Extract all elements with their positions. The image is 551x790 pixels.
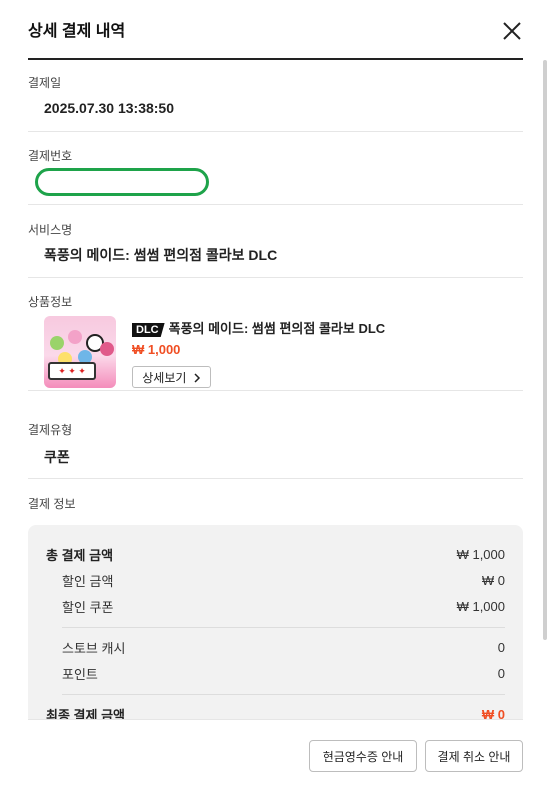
payment-cancel-info-button[interactable]: 결제 취소 안내 — [425, 740, 523, 772]
stove-cash-value: 0 — [497, 639, 505, 655]
final-amount-row: 최종 결제 금액 ₩ 0 — [46, 701, 505, 721]
total-amount-value: ₩ 1,000 — [456, 546, 505, 562]
final-amount-label: 최종 결제 금액 — [46, 707, 125, 721]
scrollbar[interactable] — [543, 60, 547, 640]
payment-number-section: 결제번호 — [28, 132, 523, 205]
stove-cash-row: 스토브 캐시 0 — [46, 634, 505, 660]
coupon-value: ₩ 1,000 — [456, 598, 505, 614]
coupon-label: 할인 쿠폰 — [62, 599, 114, 615]
discount-amount-label: 할인 금액 — [62, 573, 114, 589]
details-scroll-area[interactable]: 결제일 2025.07.30 13:38:50 결제번호 서비스명 폭풍의 메이… — [28, 60, 523, 720]
payment-info-section: 결제 정보 — [28, 479, 523, 525]
final-amount-value: ₩ 0 — [481, 706, 505, 721]
service-name-label: 서비스명 — [28, 223, 73, 237]
redaction-highlight — [35, 168, 209, 196]
product-info-section: 상품정보 ✦ ✦ ✦ DLC 폭풍의 메이드: 썸썸 편의점 콜라보 DLC ₩ … — [28, 278, 523, 391]
total-amount-label: 총 결제 금액 — [46, 547, 114, 563]
payment-type-section: 결제유형 쿠폰 — [28, 391, 523, 479]
discount-amount-row: 할인 금액 ₩ 0 — [46, 567, 505, 593]
payment-date-label: 결제일 — [28, 76, 62, 90]
point-label: 포인트 — [62, 666, 98, 682]
cash-receipt-info-button[interactable]: 현금영수증 안내 — [309, 740, 417, 772]
point-value: 0 — [497, 665, 505, 681]
modal-header: 상세 결제 내역 — [28, 0, 523, 60]
close-icon[interactable] — [501, 20, 523, 42]
modal-title: 상세 결제 내역 — [28, 23, 126, 40]
stove-cash-label: 스토브 캐시 — [62, 640, 126, 656]
product-info-label: 상품정보 — [28, 295, 73, 309]
payment-type-label: 결제유형 — [28, 423, 73, 437]
modal-footer: 현금영수증 안내 결제 취소 안내 — [28, 719, 523, 790]
total-amount-row: 총 결제 금액 ₩ 1,000 — [46, 541, 505, 567]
dlc-badge: DLC — [132, 323, 165, 337]
payment-summary-box: 총 결제 금액 ₩ 1,000 할인 금액 ₩ 0 할인 쿠폰 ₩ 1,000 … — [28, 525, 523, 720]
product-title: DLC 폭풍의 메이드: 썸썸 편의점 콜라보 DLC — [132, 318, 385, 337]
payment-date-section: 결제일 2025.07.30 13:38:50 — [28, 60, 523, 132]
payment-number-label: 결제번호 — [28, 149, 73, 163]
payment-info-label: 결제 정보 — [28, 497, 76, 511]
summary-divider — [62, 694, 505, 695]
product-thumbnail: ✦ ✦ ✦ — [44, 316, 116, 388]
detail-view-button[interactable]: 상세보기 — [132, 366, 211, 388]
product-title-text: 폭풍의 메이드: 썸썸 편의점 콜라보 DLC — [168, 321, 386, 336]
service-name-value: 폭풍의 메이드: 썸썸 편의점 콜라보 DLC — [44, 247, 278, 263]
discount-amount-value: ₩ 0 — [481, 572, 505, 588]
service-name-section: 서비스명 폭풍의 메이드: 썸썸 편의점 콜라보 DLC — [28, 205, 523, 278]
point-row: 포인트 0 — [46, 660, 505, 686]
thumbnail-logo: ✦ ✦ ✦ — [48, 362, 96, 380]
detail-view-label: 상세보기 — [142, 371, 187, 385]
coupon-row: 할인 쿠폰 ₩ 1,000 — [46, 593, 505, 619]
summary-divider — [62, 627, 505, 628]
product-price: ₩ 1,000 — [132, 342, 181, 357]
payment-date-value: 2025.07.30 13:38:50 — [44, 100, 174, 116]
payment-type-value: 쿠폰 — [44, 449, 70, 465]
chevron-right-icon — [194, 373, 200, 383]
